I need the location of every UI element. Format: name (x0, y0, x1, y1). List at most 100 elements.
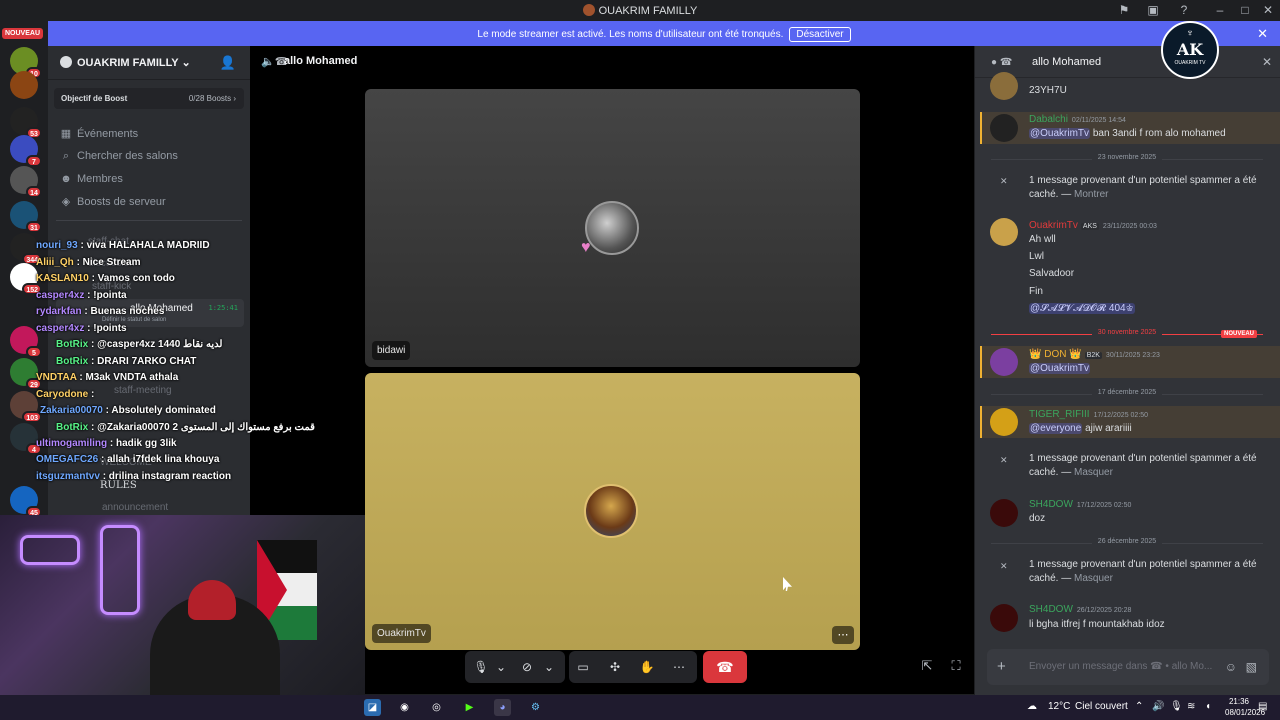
steam-icon[interactable]: ⚙ (527, 699, 544, 716)
activity-group: ▭ ✣ ✋ ⋯ (569, 651, 697, 683)
new-messages-badge: NOUVEAU (1221, 330, 1258, 338)
calendar-icon: ▦ (60, 128, 72, 140)
divider (56, 220, 242, 221)
message-author[interactable]: OuakrimTv AKS 23/11/2025 00:03 (1029, 220, 1157, 231)
image-icon[interactable]: ▧ (1246, 660, 1257, 674)
overlay-chat-line: OMEGAFC26 : allah i7fdek lina khouya (36, 454, 220, 465)
weather-temp[interactable]: 12°C (1048, 701, 1070, 712)
server-icon[interactable] (10, 71, 38, 99)
server-logo-icon (582, 4, 595, 16)
close-icon[interactable]: ✕ (1257, 26, 1268, 42)
message-input[interactable]: + Envoyer un message dans ☎ • allo Mo...… (987, 649, 1269, 685)
dismiss-icon[interactable]: ✕ (1000, 455, 1008, 466)
message-author[interactable]: SH4DOW 26/12/2025 20:28 (1029, 604, 1131, 615)
hide-link[interactable]: Masquer (1074, 467, 1113, 478)
camera-off-icon[interactable]: ⊘ (519, 659, 535, 675)
message-text: doz (1029, 513, 1046, 524)
pop-out-icon[interactable]: ⇱ (919, 658, 935, 674)
volume-icon[interactable]: ◖ (1205, 701, 1211, 712)
sidebar-item-search-channels[interactable]: ⌕ Chercher des salons (60, 150, 178, 166)
inbox-icon[interactable]: ▣ (1145, 3, 1161, 17)
boost-goal-card[interactable]: Objectif de Boost 0/28 Boosts › (54, 88, 244, 109)
mention[interactable]: @OuakrimTv (1029, 363, 1091, 374)
microphone-icon[interactable]: 🎙 (473, 659, 489, 675)
volume-icon[interactable]: 🔊 (1152, 701, 1164, 712)
date-divider: 23 novembre 2025 (991, 154, 1263, 164)
dismiss-icon[interactable]: ✕ (1000, 176, 1008, 187)
mention[interactable]: @OuakrimTv (1029, 128, 1091, 139)
notifications-icon[interactable]: ▤ (1258, 701, 1267, 712)
message-author[interactable]: 👑 DON 👑 B2K 30/11/2025 23:23 (1029, 349, 1160, 360)
close-window-icon[interactable]: ✕ (1260, 3, 1276, 17)
fullscreen-icon[interactable]: ⛶ (948, 658, 964, 674)
role-tag: B2K (1084, 352, 1102, 359)
chevron-down-icon[interactable]: ⌄ (541, 659, 557, 675)
server-icon[interactable]: 14 (10, 166, 42, 198)
chevron-up-icon[interactable]: ⌃ (1135, 701, 1143, 712)
heart-icon: ♥ (581, 239, 591, 256)
microphone-icon[interactable]: 🎙 (1170, 701, 1183, 712)
invite-icon[interactable]: 👤 (220, 55, 236, 71)
disable-streamer-button[interactable]: Désactiver (789, 27, 851, 42)
hang-up-button[interactable]: ☎ (703, 651, 747, 683)
message-line: Ah wll (1029, 234, 1056, 245)
overlay-chat-line: BotRix : @casper4xz 1440 لديه نقاط (56, 339, 223, 350)
obs-icon[interactable]: ◎ (428, 699, 445, 716)
chrome-icon[interactable]: ◉ (396, 699, 413, 716)
window-title: OUAKRIM FAMILLY (0, 4, 1280, 17)
call-channel-name: allo Mohamed (284, 55, 358, 67)
message-line: Fin (1029, 286, 1043, 297)
overlay-chat-line: nouri_93 : viva HALAHALA MADRIID (36, 240, 210, 251)
message-text: li bgha itfrej f mountakhab idoz (1029, 619, 1165, 630)
mention[interactable]: @everyone (1029, 423, 1083, 434)
date-divider: 26 décembre 2025 (991, 538, 1263, 548)
add-attachment-icon[interactable]: + (997, 658, 1006, 675)
show-link[interactable]: Montrer (1074, 189, 1108, 200)
screen-share-icon[interactable]: ▭ (575, 659, 591, 675)
message-author[interactable]: SH4DOW 17/12/2025 02:50 (1029, 499, 1131, 510)
channel-search-icon: ⌕ (62, 150, 70, 162)
sidebar-item-events[interactable]: ▦ Événements (60, 127, 138, 143)
server-icon[interactable]: 7 (10, 135, 42, 167)
channel-logo: ♆ AK OUAKRIM TV (1161, 21, 1219, 79)
server-header[interactable]: OUAKRIM FAMILLY ⌄ 👤 (48, 46, 250, 80)
kick-icon[interactable]: ▶ (461, 699, 478, 716)
chat-channel-name: allo Mohamed (1032, 56, 1102, 68)
discord-icon[interactable]: ◕ (494, 699, 511, 716)
weather-text[interactable]: Ciel couvert (1075, 701, 1128, 712)
server-icon[interactable]: 53 (10, 107, 42, 139)
streamer-mode-banner: Le mode streamer est activé. Les noms d'… (48, 21, 1280, 46)
message-author[interactable]: TIGER_RIFIII 17/12/2025 02:50 (1029, 409, 1148, 420)
help-icon[interactable]: ? (1176, 3, 1192, 17)
members-icon: ☻ (60, 173, 72, 185)
overlay-chat-line: VNDTAA : M3ak VNDTA athala (36, 372, 179, 383)
mention[interactable]: @𝓢𝓐𝓛𝓥𝓐𝓓𝓞𝓡 404♔ (1029, 303, 1135, 314)
soundboard-icon[interactable]: ✋ (639, 659, 655, 675)
more-options-icon[interactable]: ⋯ (832, 626, 854, 644)
server-badge-icon (60, 56, 72, 68)
webcam-feed (0, 515, 365, 695)
minimize-icon[interactable]: – (1212, 3, 1228, 17)
more-icon[interactable]: ⋯ (671, 659, 687, 675)
wifi-icon[interactable]: ≋ (1187, 701, 1195, 712)
video-tile[interactable]: ♥ bidawi (365, 89, 860, 367)
overlay-chat-line: itsguzmantvv : drilina instagram reactio… (36, 471, 232, 482)
role-tag: AKS (1080, 223, 1099, 230)
chevron-down-icon[interactable]: ⌄ (493, 659, 509, 675)
channel-announcement[interactable]: announcement (102, 502, 168, 513)
maximize-icon[interactable]: □ (1237, 3, 1253, 17)
sidebar-item-boosts[interactable]: ◈ Boosts de serveur (60, 195, 166, 211)
message-line: @𝓢𝓐𝓛𝓥𝓐𝓓𝓞𝓡 404♔ (1029, 303, 1135, 314)
chat-bubble-icon: ● ☎ (991, 57, 1013, 68)
clock[interactable]: 21:36 08/01/2026 (1225, 696, 1265, 718)
hide-link[interactable]: Masquer (1074, 573, 1113, 584)
outlook-icon[interactable]: ◪ (364, 699, 381, 716)
sidebar-item-members[interactable]: ☻ Membres (60, 173, 123, 189)
video-tile[interactable]: OuakrimTv ⋯ (365, 373, 860, 650)
flag-icon[interactable]: ⚑ (1116, 3, 1132, 17)
activities-icon[interactable]: ✣ (607, 659, 623, 675)
dismiss-icon[interactable]: ✕ (1000, 561, 1008, 572)
close-chat-icon[interactable]: ✕ (1262, 55, 1272, 69)
emoji-icon[interactable]: ☺ (1225, 660, 1237, 674)
message-author[interactable]: Dabalchi 02/11/2025 14:54 (1029, 114, 1126, 125)
